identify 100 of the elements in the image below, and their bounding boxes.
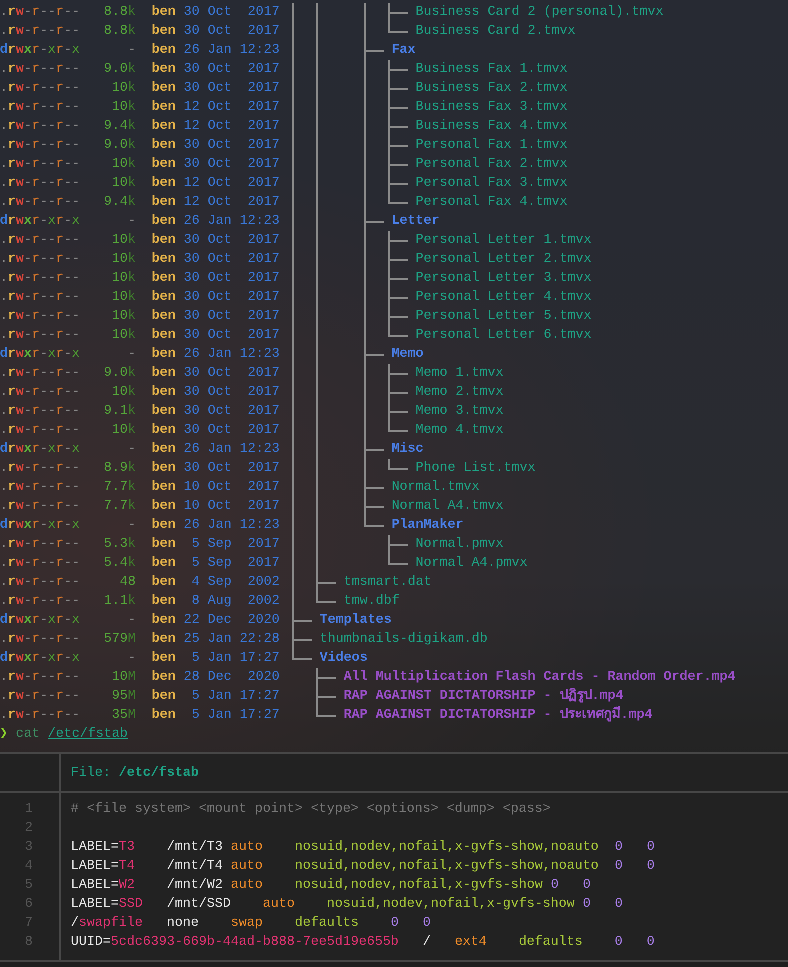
folder-name: Letter xyxy=(392,213,440,231)
modified-date: 4 Sep 2002 xyxy=(190,574,280,592)
permissions: .rw-r--r-- xyxy=(0,555,80,573)
permissions: .rw-r--r-- xyxy=(0,175,80,193)
video-name: RAP AGAINST DICTATORSHIP - ปฏิรูป.mp4 xyxy=(344,687,624,706)
file-name: tmsmart.dat xyxy=(344,574,432,592)
file-size: 10M xyxy=(110,669,136,687)
modified-date: 30 Oct 2017 xyxy=(182,251,280,269)
code-line: # <file system> <mount point> <type> <options> <dump> <pass> xyxy=(71,801,552,819)
file-name: Personal Letter 1.tmvx xyxy=(416,232,592,250)
file-size: 9.4k xyxy=(102,118,136,136)
owner: ben xyxy=(150,517,176,535)
owner: ben xyxy=(150,213,176,231)
owner: ben xyxy=(150,498,176,516)
modified-date: 26 Jan 12:23 xyxy=(182,42,280,60)
file-name: Personal Fax 2.tmvx xyxy=(416,156,568,174)
modified-date: 30 Oct 2017 xyxy=(182,327,280,345)
video-name: All Multiplication Flash Cards - Random Order.mp4 xyxy=(344,669,736,687)
file-size: 1.1k xyxy=(102,593,136,611)
owner: ben xyxy=(150,403,176,421)
file-name: Normal A4.tmvx xyxy=(392,498,504,516)
file-size: - xyxy=(126,650,136,668)
file-name: thumbnails-digikam.db xyxy=(320,631,488,649)
modified-date: 26 Jan 12:23 xyxy=(182,213,280,231)
permissions: drwxr-xr-x xyxy=(0,346,80,364)
owner: ben xyxy=(150,270,176,288)
permissions: .rw-r--r-- xyxy=(0,61,80,79)
file-size: 10k xyxy=(110,175,136,193)
prompt-symbol: ❯ xyxy=(0,726,8,744)
modified-date: 30 Oct 2017 xyxy=(182,23,280,41)
permissions: drwxr-xr-x xyxy=(0,650,80,668)
file-name: Business Card 2 (personal).tmvx xyxy=(416,4,664,22)
modified-date: 30 Oct 2017 xyxy=(182,156,280,174)
permissions: .rw-r--r-- xyxy=(0,669,80,687)
owner: ben xyxy=(150,441,176,459)
file-size: 10k xyxy=(110,270,136,288)
owner: ben xyxy=(150,194,176,212)
file-name: Personal Letter 4.tmvx xyxy=(416,289,592,307)
owner: ben xyxy=(150,460,176,478)
modified-date: 30 Oct 2017 xyxy=(182,232,280,250)
modified-date: 5 Sep 2017 xyxy=(190,536,280,554)
permissions: .rw-r--r-- xyxy=(0,156,80,174)
code-line: LABEL=SSD /mnt/SSD auto nosuid,nodev,nofail,x-gvfs-show 0 0 xyxy=(71,896,624,914)
owner: ben xyxy=(150,574,176,592)
owner: ben xyxy=(150,327,176,345)
modified-date: 30 Oct 2017 xyxy=(182,460,280,478)
modified-date: 30 Oct 2017 xyxy=(182,137,280,155)
code-line: /swapfile none swap defaults 0 0 xyxy=(71,915,432,933)
file-name: Personal Letter 5.tmvx xyxy=(416,308,592,326)
owner: ben xyxy=(150,251,176,269)
owner: ben xyxy=(150,612,176,630)
file-size: 10k xyxy=(110,384,136,402)
owner: ben xyxy=(150,175,176,193)
modified-date: 30 Oct 2017 xyxy=(182,308,280,326)
modified-date: 12 Oct 2017 xyxy=(182,118,280,136)
owner: ben xyxy=(150,99,176,117)
modified-date: 12 Oct 2017 xyxy=(182,175,280,193)
file-size: - xyxy=(126,42,136,60)
folder-name: Memo xyxy=(392,346,424,364)
permissions: .rw-r--r-- xyxy=(0,688,80,706)
file-name: Personal Fax 1.tmvx xyxy=(416,137,568,155)
file-size: 9.0k xyxy=(102,365,136,383)
permissions: .rw-r--r-- xyxy=(0,308,80,326)
file-name: Business Card 2.tmvx xyxy=(416,23,576,41)
owner: ben xyxy=(150,422,176,440)
permissions: .rw-r--r-- xyxy=(0,327,80,345)
modified-date: 28 Dec 2020 xyxy=(182,669,280,687)
owner: ben xyxy=(150,137,176,155)
file-size: 8.8k xyxy=(102,23,136,41)
modified-date: 30 Oct 2017 xyxy=(182,4,280,22)
owner: ben xyxy=(150,707,176,725)
file-name: Memo 3.tmvx xyxy=(416,403,504,421)
file-size: 10k xyxy=(110,232,136,250)
file-size: - xyxy=(126,213,136,231)
permissions: .rw-r--r-- xyxy=(0,251,80,269)
owner: ben xyxy=(150,593,176,611)
permissions: .rw-r--r-- xyxy=(0,365,80,383)
file-name: Normal.tmvx xyxy=(392,479,480,497)
file-size: 5.3k xyxy=(102,536,136,554)
permissions: .rw-r--r-- xyxy=(0,498,80,516)
file-size: 9.4k xyxy=(102,194,136,212)
file-size: 10k xyxy=(110,99,136,117)
file-size: 10k xyxy=(110,308,136,326)
file-size: 8.9k xyxy=(102,460,136,478)
file-size: 7.7k xyxy=(102,498,136,516)
modified-date: 26 Jan 12:23 xyxy=(182,346,280,364)
owner: ben xyxy=(150,118,176,136)
file-size: - xyxy=(126,612,136,630)
file-name: Phone List.tmvx xyxy=(416,460,536,478)
owner: ben xyxy=(150,346,176,364)
file-size: 10k xyxy=(110,80,136,98)
file-size: 7.7k xyxy=(102,479,136,497)
file-name: Personal Fax 3.tmvx xyxy=(416,175,568,193)
modified-date: 22 Dec 2020 xyxy=(182,612,280,630)
modified-date: 30 Oct 2017 xyxy=(182,403,280,421)
owner: ben xyxy=(150,308,176,326)
file-size: 579M xyxy=(102,631,136,649)
owner: ben xyxy=(150,289,176,307)
code-line: LABEL=T4 /mnt/T4 auto nosuid,nodev,nofail,x-gvfs-show,noauto 0 0 xyxy=(71,858,655,876)
modified-date: 30 Oct 2017 xyxy=(182,80,280,98)
